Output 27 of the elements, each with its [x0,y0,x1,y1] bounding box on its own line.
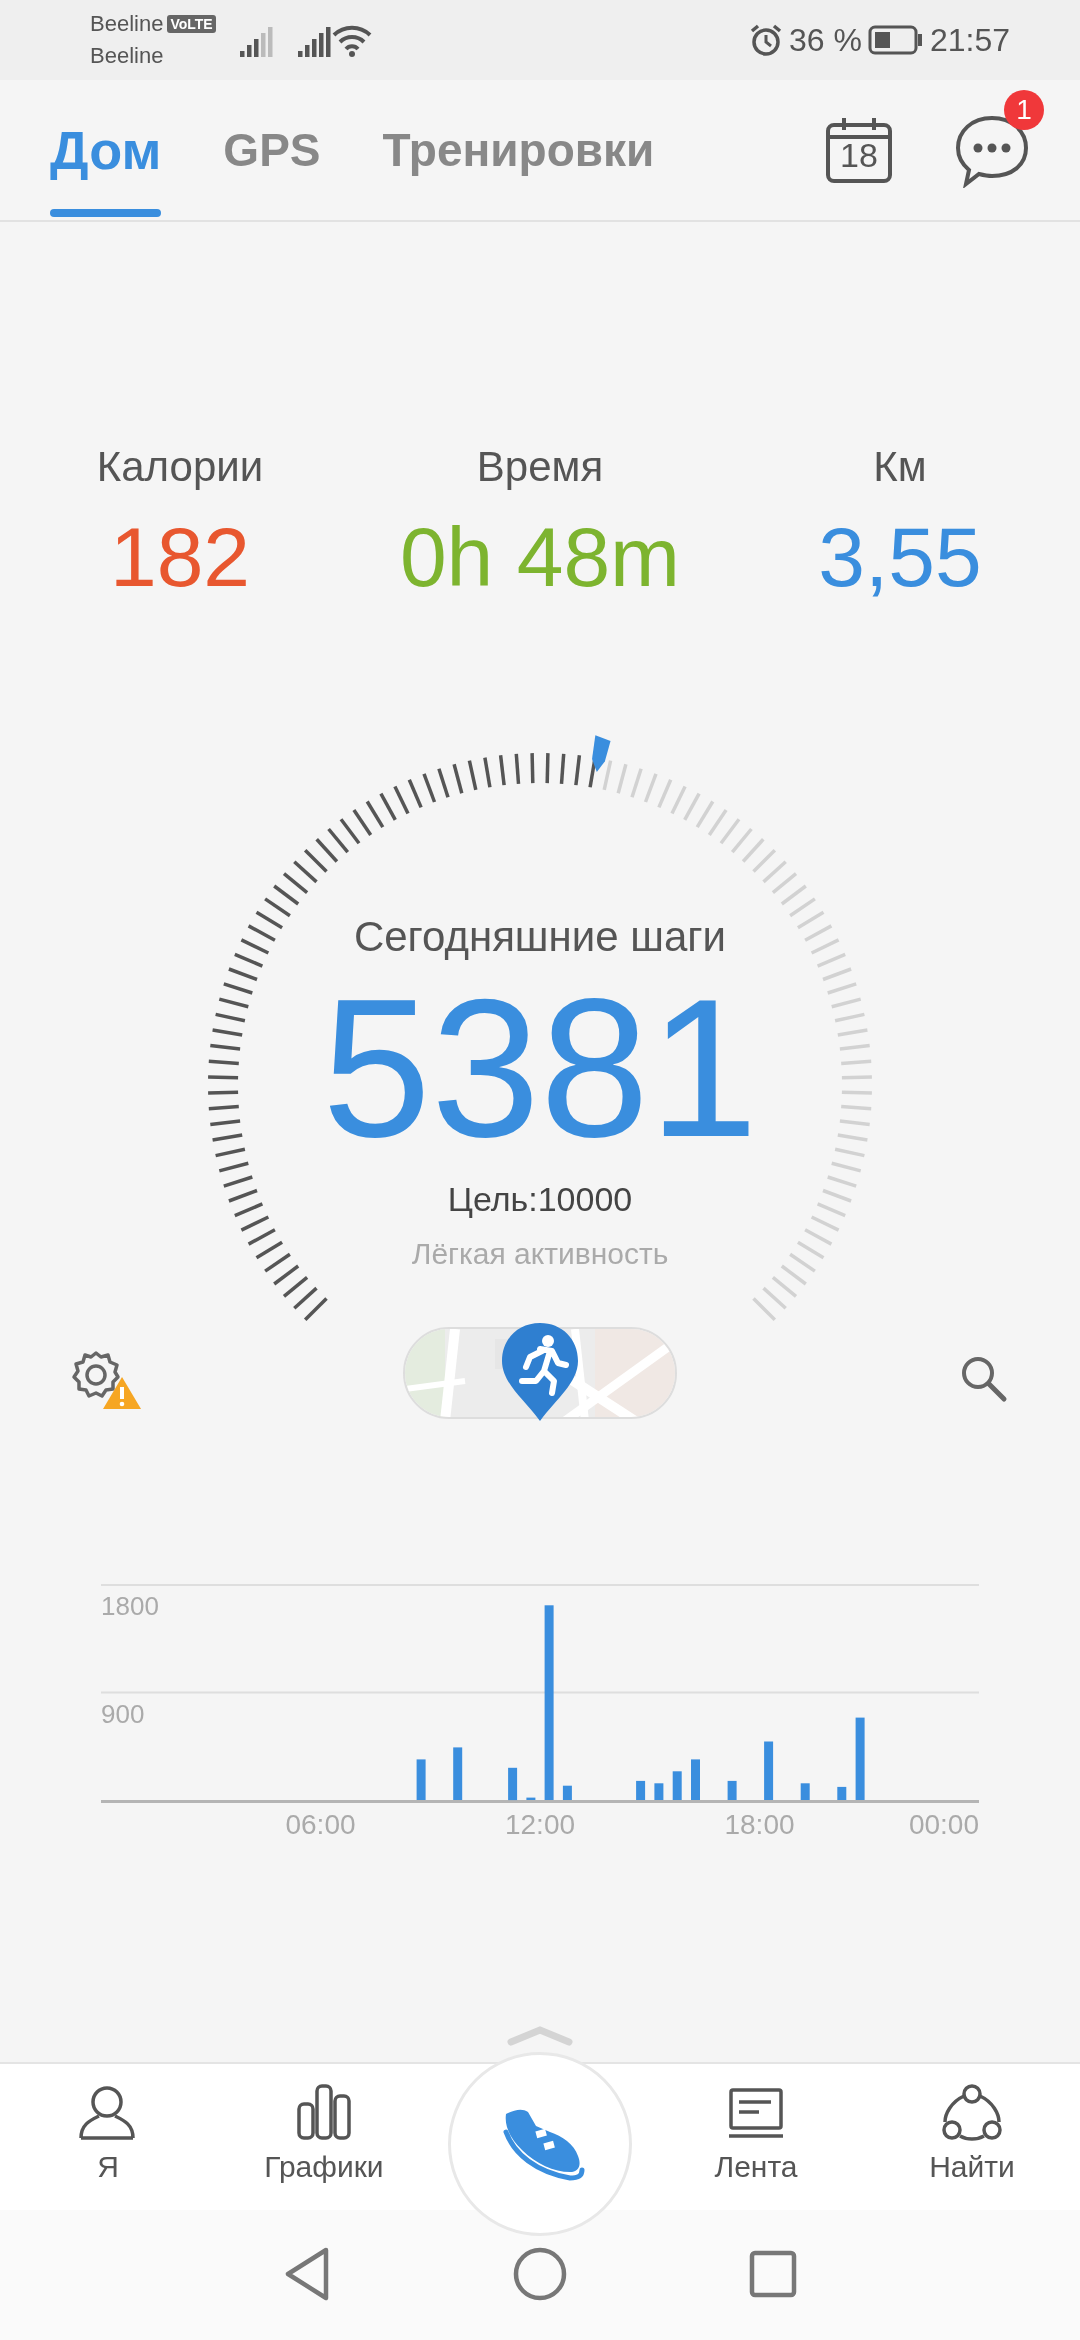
stat-label: Км [873,442,927,492]
nav-item[interactable]: Лента [648,2064,864,2210]
nav-item[interactable]: Графики [216,2064,432,2210]
carrier-name: Beeline [90,10,164,38]
nav-item[interactable]: Найти [864,2064,1080,2210]
y-axis-label: 1800 [101,1591,159,1621]
y-axis-label: 900 [101,1698,145,1729]
x-axis-label: 06:00 [285,1809,356,1840]
battery-percent: 36 % [789,21,862,59]
activity-level: Лёгкая активность [411,1236,669,1272]
x-axis-label: 00:00 [908,1809,979,1840]
network-badge: VoLTE [167,15,216,33]
carrier-name: Beeline [90,42,165,70]
stat-value: 0h 48m [399,509,681,606]
calendar-button[interactable]: 18 [824,115,894,185]
stat-value: 182 [109,509,251,606]
steps-goal: Цель:10000 [447,1179,633,1220]
stat-label: Калории [96,442,264,492]
notification-badge: 1 [1004,90,1044,130]
stat-label: Время [476,442,604,492]
clock-time: 21:57 [929,21,1010,59]
x-axis-label: 18:00 [724,1809,795,1840]
steps-count: 5381 [322,969,758,1169]
stat-value: 3,55 [818,509,982,606]
x-axis-label: 12:00 [504,1809,576,1840]
nav-item[interactable]: Я [0,2064,216,2210]
steps-title: Сегодняшние шаги [353,912,727,962]
